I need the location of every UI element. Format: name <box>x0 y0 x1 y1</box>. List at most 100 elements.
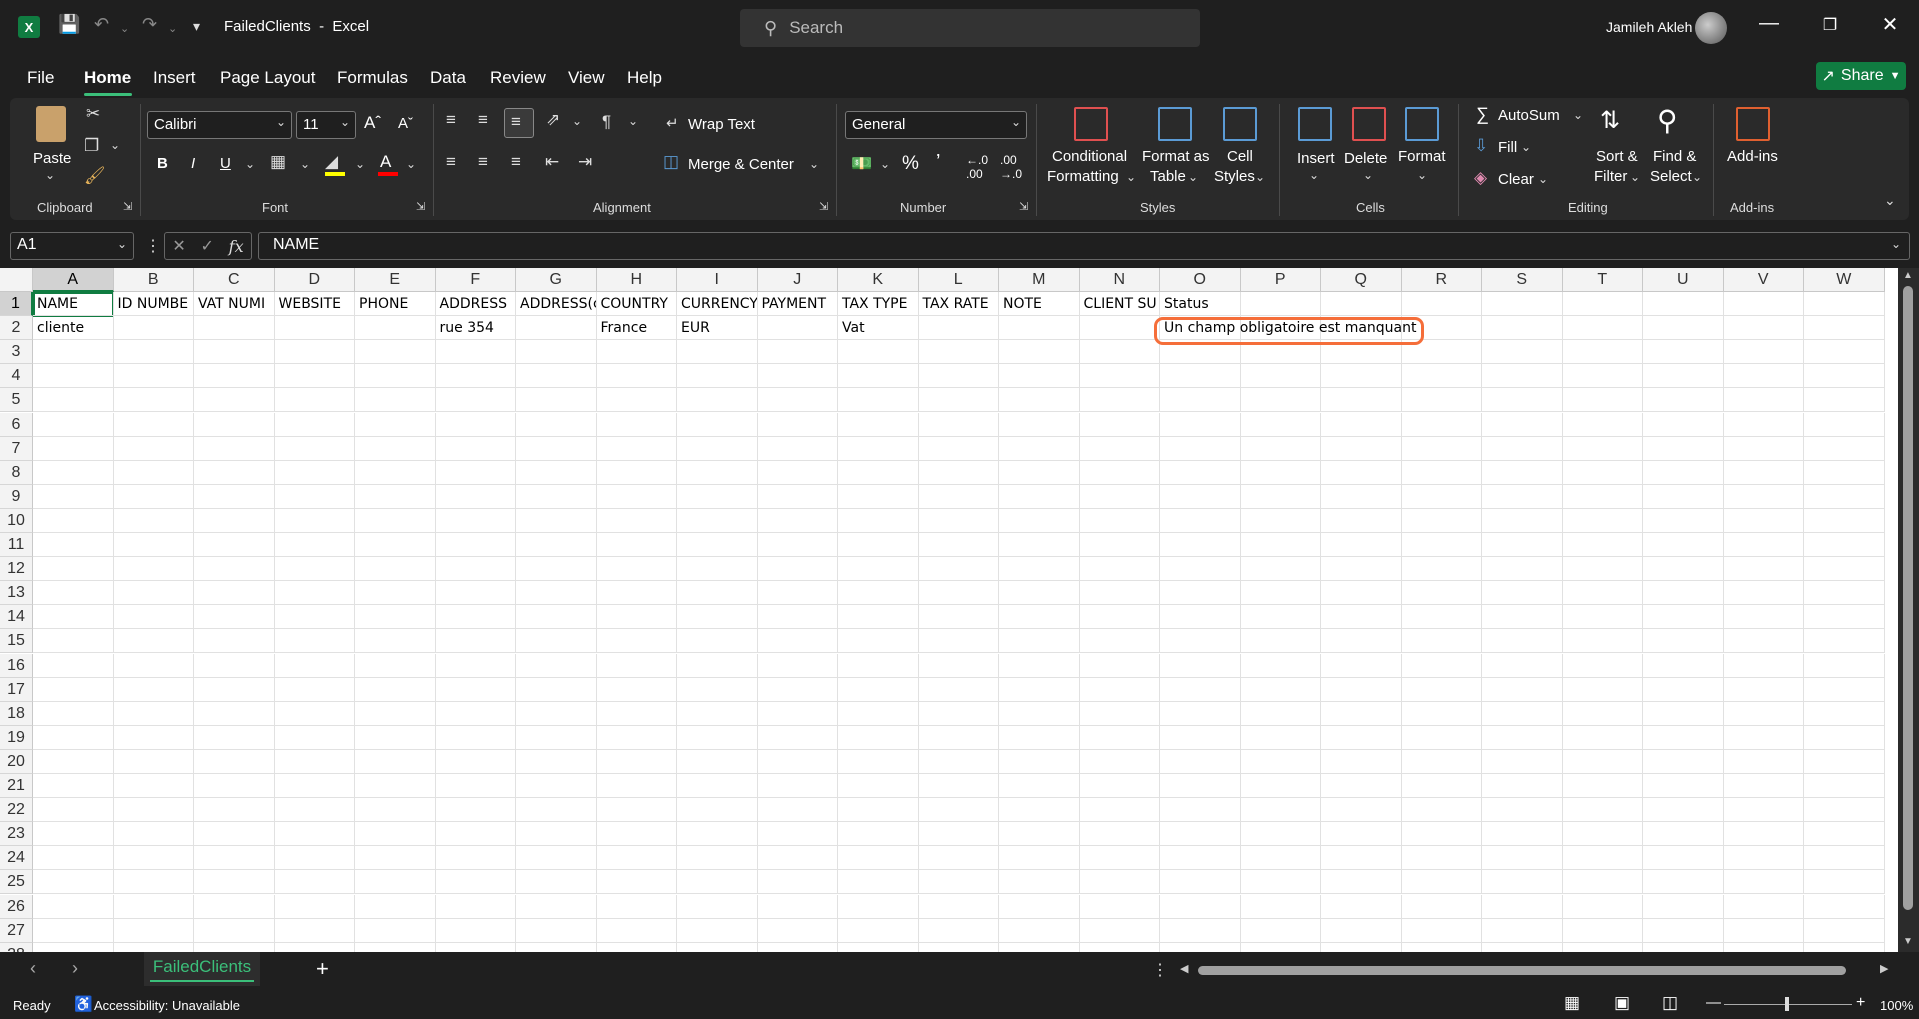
cell-o24[interactable] <box>1160 846 1241 871</box>
cell-q27[interactable] <box>1321 918 1402 943</box>
cell-n28[interactable] <box>1080 942 1160 952</box>
cell-w1[interactable] <box>1804 292 1885 316</box>
row-header[interactable]: 1 <box>0 292 33 316</box>
cell-m26[interactable] <box>999 894 1080 919</box>
cell-f21[interactable] <box>435 774 516 798</box>
cell-v21[interactable] <box>1723 774 1804 798</box>
cell-p27[interactable] <box>1240 918 1321 943</box>
cell-u8[interactable] <box>1643 460 1724 485</box>
cell-h22[interactable] <box>596 798 677 823</box>
cell-w8[interactable] <box>1804 460 1885 485</box>
cell-k26[interactable] <box>838 894 919 919</box>
cell-n2[interactable] <box>1079 316 1160 341</box>
cell-v12[interactable] <box>1723 557 1804 582</box>
add-sheet-icon[interactable]: + <box>316 956 329 982</box>
cell-v9[interactable] <box>1723 484 1804 509</box>
cell-j8[interactable] <box>757 460 838 485</box>
cell-a6[interactable] <box>33 412 114 437</box>
cell-f14[interactable] <box>435 605 516 630</box>
cell-c25[interactable] <box>194 870 275 895</box>
cell-a24[interactable] <box>33 846 114 871</box>
accessibility-status[interactable]: Accessibility: Unavailable <box>94 998 240 1013</box>
cell-k18[interactable] <box>838 701 919 726</box>
cell-m18[interactable] <box>999 701 1080 726</box>
cell-t24[interactable] <box>1562 846 1643 871</box>
page-layout-view-icon[interactable]: ▣ <box>1614 993 1630 1013</box>
cell-q21[interactable] <box>1321 774 1402 798</box>
scroll-left-icon[interactable]: ◀ <box>1180 962 1188 975</box>
cell-v18[interactable] <box>1723 701 1804 726</box>
column-header[interactable]: Q <box>1321 268 1402 292</box>
cell-l20[interactable] <box>918 749 999 774</box>
cell-s10[interactable] <box>1482 508 1563 533</box>
cell-g8[interactable] <box>516 460 597 485</box>
cell-f27[interactable] <box>435 918 516 943</box>
sort-filter-label[interactable]: Sort & <box>1596 148 1638 165</box>
cell-t11[interactable] <box>1562 533 1643 557</box>
cell-m8[interactable] <box>999 460 1080 485</box>
cell-n18[interactable] <box>1079 701 1160 726</box>
row-header[interactable]: 9 <box>0 484 33 509</box>
cell-p12[interactable] <box>1240 557 1321 582</box>
cell-o15[interactable] <box>1160 629 1241 654</box>
cell-r21[interactable] <box>1401 774 1482 798</box>
cell-n7[interactable] <box>1079 436 1160 461</box>
cell-a8[interactable] <box>33 460 114 485</box>
cell-b3[interactable] <box>113 340 194 365</box>
cell-u4[interactable] <box>1643 364 1724 389</box>
cell-w16[interactable] <box>1804 653 1885 678</box>
cell-o28[interactable] <box>1160 942 1241 952</box>
cell-e3[interactable] <box>355 340 436 365</box>
cell-t20[interactable] <box>1562 749 1643 774</box>
cell-r8[interactable] <box>1401 460 1482 485</box>
cell-p9[interactable] <box>1240 484 1321 509</box>
cell-j9[interactable] <box>757 484 838 509</box>
align-center-icon[interactable]: ≡ <box>478 152 488 172</box>
cell-d25[interactable] <box>274 870 355 895</box>
cell-w2[interactable] <box>1804 316 1885 341</box>
column-header[interactable]: V <box>1723 268 1804 292</box>
chevron-down-icon[interactable]: ⌄ <box>110 138 120 152</box>
cell-d21[interactable] <box>274 774 355 798</box>
cell-h27[interactable] <box>596 918 677 943</box>
column-header[interactable]: P <box>1240 268 1321 292</box>
cell-i7[interactable] <box>677 436 758 461</box>
align-right-icon[interactable]: ≡ <box>511 152 521 172</box>
cell-o7[interactable] <box>1160 436 1241 461</box>
cell-m16[interactable] <box>999 653 1080 678</box>
cell-t10[interactable] <box>1562 508 1643 533</box>
text-direction-icon[interactable]: ¶ <box>602 112 611 132</box>
row-header[interactable]: 3 <box>0 340 33 365</box>
cell-g4[interactable] <box>516 364 597 389</box>
cell-v27[interactable] <box>1723 918 1804 943</box>
cell-g16[interactable] <box>516 653 597 678</box>
column-header[interactable]: C <box>194 268 275 292</box>
accounting-format-icon[interactable]: 💵 <box>851 154 872 174</box>
cell-s18[interactable] <box>1482 701 1563 726</box>
cell-s8[interactable] <box>1482 460 1563 485</box>
column-header[interactable]: L <box>918 268 999 292</box>
cell-a12[interactable] <box>33 557 114 582</box>
cell-n5[interactable] <box>1079 388 1160 413</box>
cell-i26[interactable] <box>677 894 758 919</box>
cell-a22[interactable] <box>33 798 114 823</box>
wrap-text-button[interactable]: Wrap Text <box>688 116 755 133</box>
cell-h2[interactable]: France <box>596 316 677 341</box>
cell-q13[interactable] <box>1321 581 1402 606</box>
cell-r6[interactable] <box>1401 412 1482 437</box>
chevron-down-icon[interactable]: ⌄ <box>355 157 365 171</box>
cell-d18[interactable] <box>274 701 355 726</box>
cell-s11[interactable] <box>1482 533 1563 557</box>
cell-c14[interactable] <box>194 605 275 630</box>
column-header[interactable]: D <box>274 268 355 292</box>
cell-l3[interactable] <box>918 340 999 365</box>
cell-j26[interactable] <box>757 894 838 919</box>
cell-o13[interactable] <box>1160 581 1241 606</box>
chevron-down-icon[interactable]: ⌄ <box>1573 108 1583 122</box>
cell-u3[interactable] <box>1643 340 1724 365</box>
cell-q18[interactable] <box>1321 701 1402 726</box>
autosum-button[interactable]: AutoSum <box>1498 107 1560 124</box>
cell-e16[interactable] <box>355 653 436 678</box>
cell-w28[interactable] <box>1804 942 1885 952</box>
cell-i17[interactable] <box>677 677 758 702</box>
